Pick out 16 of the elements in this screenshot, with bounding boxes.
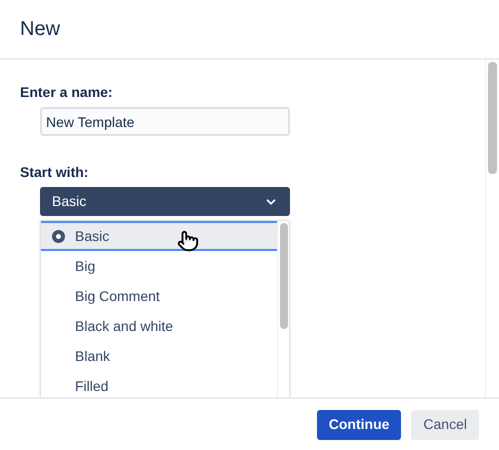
option-item[interactable]: Filled <box>41 371 277 397</box>
scrollbar-thumb[interactable] <box>488 62 497 174</box>
continue-button[interactable]: Continue <box>316 410 402 440</box>
dialog-title: New <box>20 17 60 42</box>
option-item[interactable]: Big Comment <box>41 281 277 311</box>
field-label: Enter a name: <box>20 83 114 100</box>
cancel-button[interactable]: Cancel <box>411 410 479 440</box>
hand-cursor-icon <box>177 230 199 252</box>
option-item[interactable]: Big <box>41 251 277 281</box>
template-dropdown[interactable]: Basic <box>40 187 290 216</box>
scrollbar-thumb[interactable] <box>280 223 288 329</box>
field-label: Start with: <box>20 163 90 180</box>
option-item[interactable]: Blank <box>41 341 277 371</box>
option-item[interactable]: Black and white <box>41 311 277 341</box>
name-field[interactable]: New Template <box>40 107 290 136</box>
option-item[interactable]: Basic <box>41 221 277 251</box>
